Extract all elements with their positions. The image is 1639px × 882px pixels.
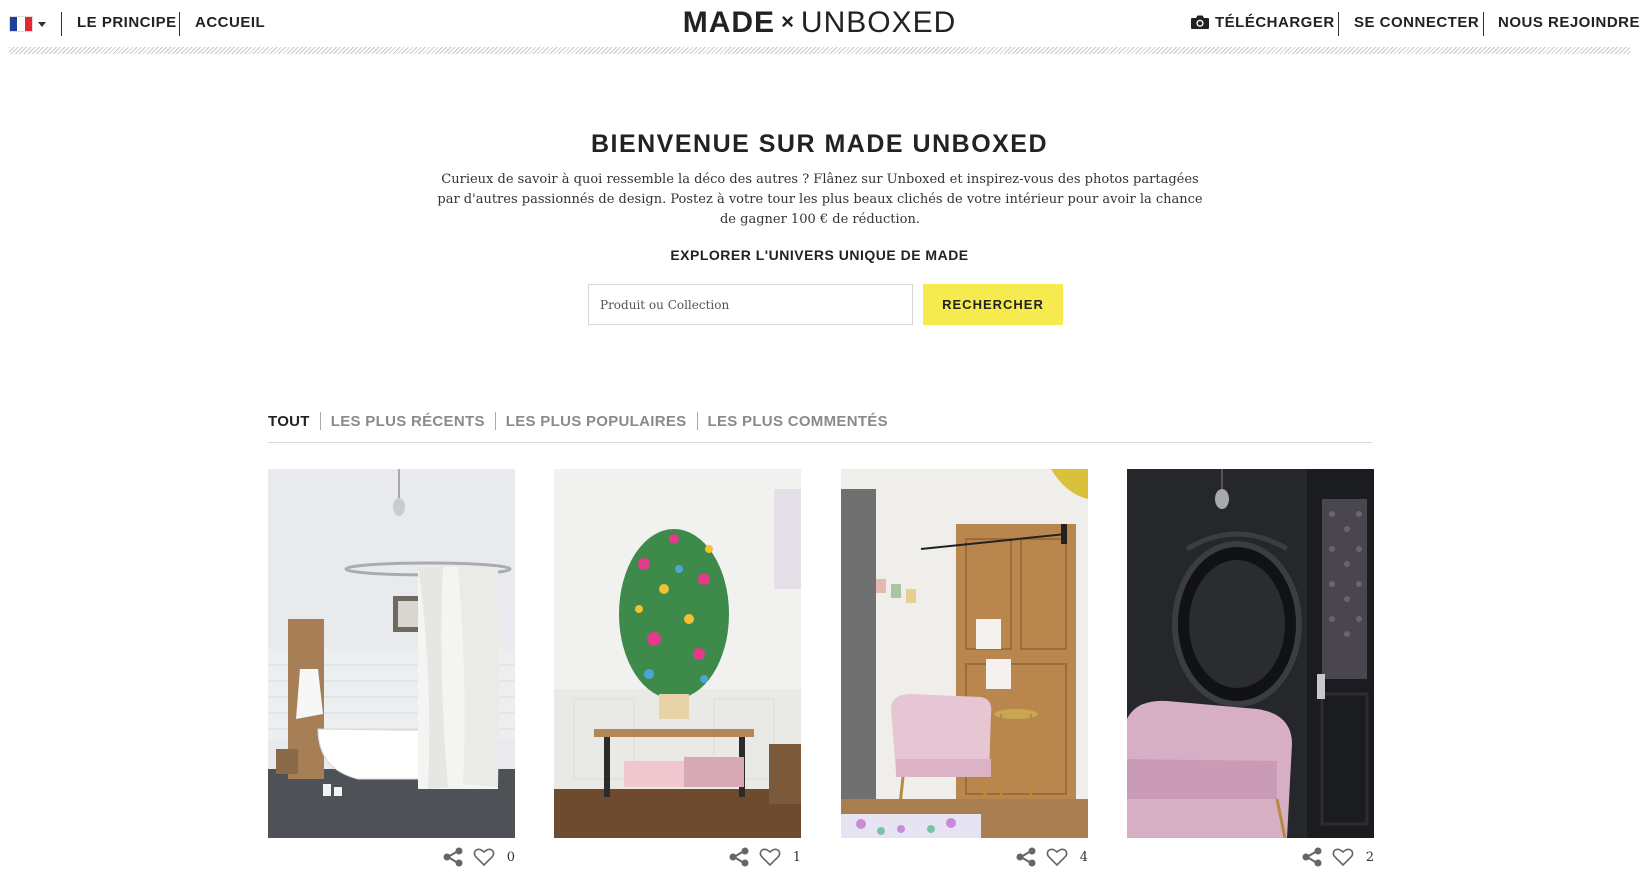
search-input[interactable] <box>588 284 913 325</box>
filter-tabs: TOUT LES PLUS RÉCENTS LES PLUS POPULAIRE… <box>268 411 888 431</box>
share-icon[interactable] <box>728 847 750 867</box>
logo-cross: × <box>781 9 795 34</box>
tab-divider <box>319 412 321 430</box>
share-icon[interactable] <box>1015 847 1037 867</box>
heart-icon[interactable] <box>1332 847 1354 867</box>
explore-heading: EXPLORER L'UNIVERS UNIQUE DE MADE <box>670 247 969 263</box>
share-icon[interactable] <box>1301 847 1323 867</box>
logo-product: UNBOXED <box>800 6 957 39</box>
top-navigation-bar: LE PRINCIPE ACCUEIL MADE × UNBOXED TÉLÉCHA… <box>0 0 1639 46</box>
like-count: 0 <box>506 849 515 865</box>
nav-link-telecharger[interactable]: TÉLÉCHARGER <box>1215 14 1335 32</box>
photo-bathroom-clawfoot-tub[interactable] <box>268 469 515 838</box>
tab-divider <box>494 412 496 430</box>
card-actions: 4 <box>1015 847 1088 867</box>
nav-divider <box>1483 12 1484 36</box>
heart-icon[interactable] <box>473 847 495 867</box>
camera-icon[interactable] <box>1190 14 1210 30</box>
card-actions: 2 <box>1301 847 1374 867</box>
share-icon[interactable] <box>442 847 464 867</box>
tabs-underline <box>268 442 1372 443</box>
hero-description: Curieux de savoir à quoi ressemble la dé… <box>437 172 1203 227</box>
photo-floral-tree-of-life-sculpture[interactable] <box>554 469 801 838</box>
heart-icon[interactable] <box>759 847 781 867</box>
nav-link-se-connecter[interactable]: SE CONNECTER <box>1354 14 1479 32</box>
logo-brand: MADE <box>682 6 776 39</box>
nav-link-nous-rejoindre[interactable]: NOUS REJOINDRE <box>1498 14 1639 32</box>
tab-les-plus-populaires[interactable]: LES PLUS POPULAIRES <box>506 413 687 430</box>
card-actions: 0 <box>442 847 515 867</box>
nav-divider <box>1338 12 1339 36</box>
header-hatched-divider <box>9 47 1630 54</box>
tab-les-plus-recents[interactable]: LES PLUS RÉCENTS <box>331 413 485 430</box>
like-count: 1 <box>792 849 801 865</box>
search-button[interactable]: RECHERCHER <box>923 284 1063 325</box>
page-title: BIENVENUE SUR MADE UNBOXED <box>590 130 1049 158</box>
card-actions: 1 <box>728 847 801 867</box>
tab-tout[interactable]: TOUT <box>268 413 310 430</box>
photo-pink-armchair-black-mirror[interactable] <box>1127 469 1374 838</box>
like-count: 2 <box>1365 849 1374 865</box>
heart-icon[interactable] <box>1046 847 1068 867</box>
tab-divider <box>696 412 698 430</box>
like-count: 4 <box>1079 849 1088 865</box>
photo-pink-armchair-wooden-door[interactable] <box>841 469 1088 838</box>
tab-les-plus-commentes[interactable]: LES PLUS COMMENTÉS <box>708 413 888 430</box>
